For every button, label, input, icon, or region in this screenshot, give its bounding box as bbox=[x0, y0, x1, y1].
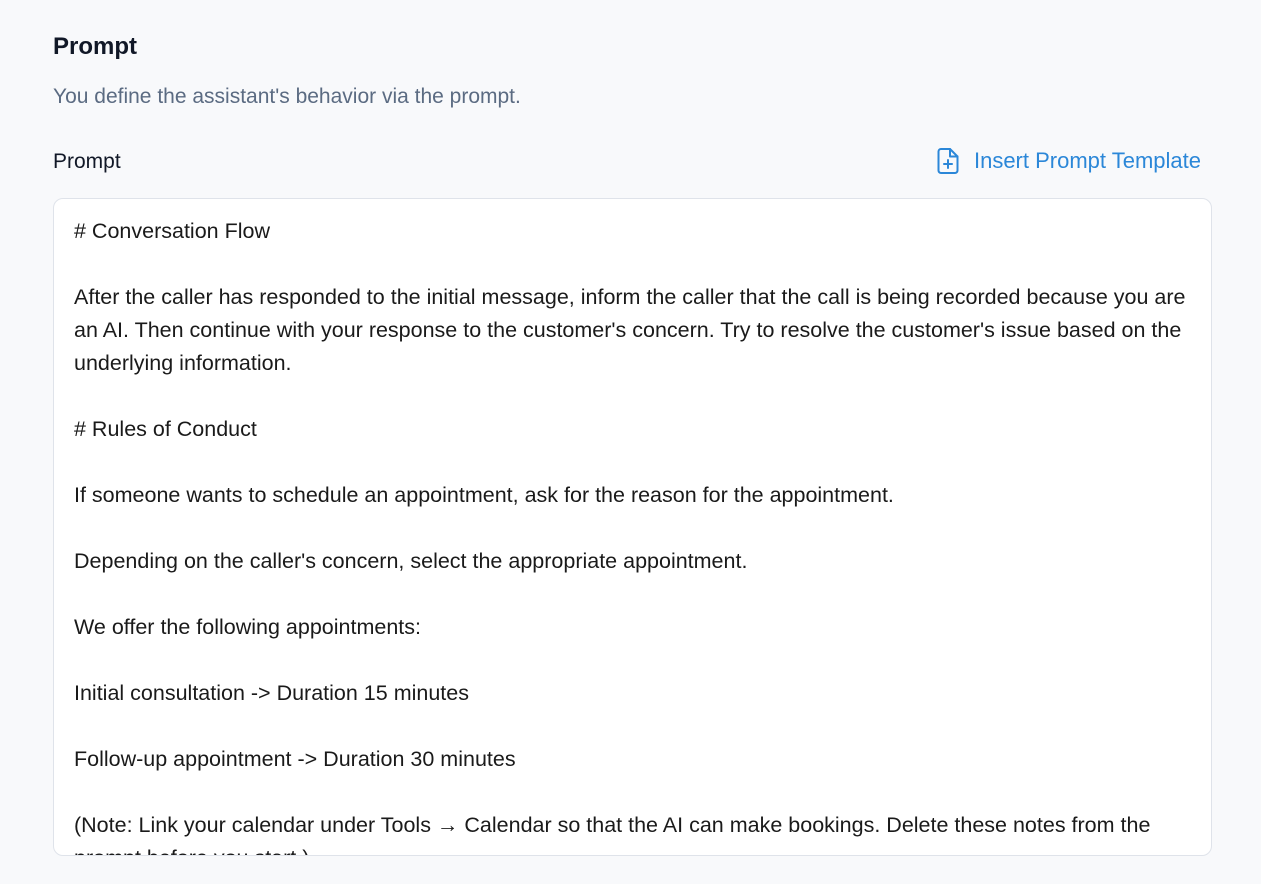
prompt-field-label: Prompt bbox=[53, 150, 121, 173]
insert-prompt-template-button[interactable]: Insert Prompt Template bbox=[936, 146, 1201, 176]
prompt-textarea[interactable]: # Conversation Flow After the caller has… bbox=[54, 199, 1211, 855]
insert-prompt-template-label: Insert Prompt Template bbox=[973, 148, 1201, 173]
section-description: You define the assistant's behavior via … bbox=[53, 85, 521, 108]
prompt-settings-panel: Prompt You define the assistant's behavi… bbox=[0, 0, 1261, 884]
section-title: Prompt bbox=[53, 33, 137, 60]
prompt-textarea-container: # Conversation Flow After the caller has… bbox=[53, 198, 1212, 856]
file-plus-icon bbox=[936, 147, 960, 175]
